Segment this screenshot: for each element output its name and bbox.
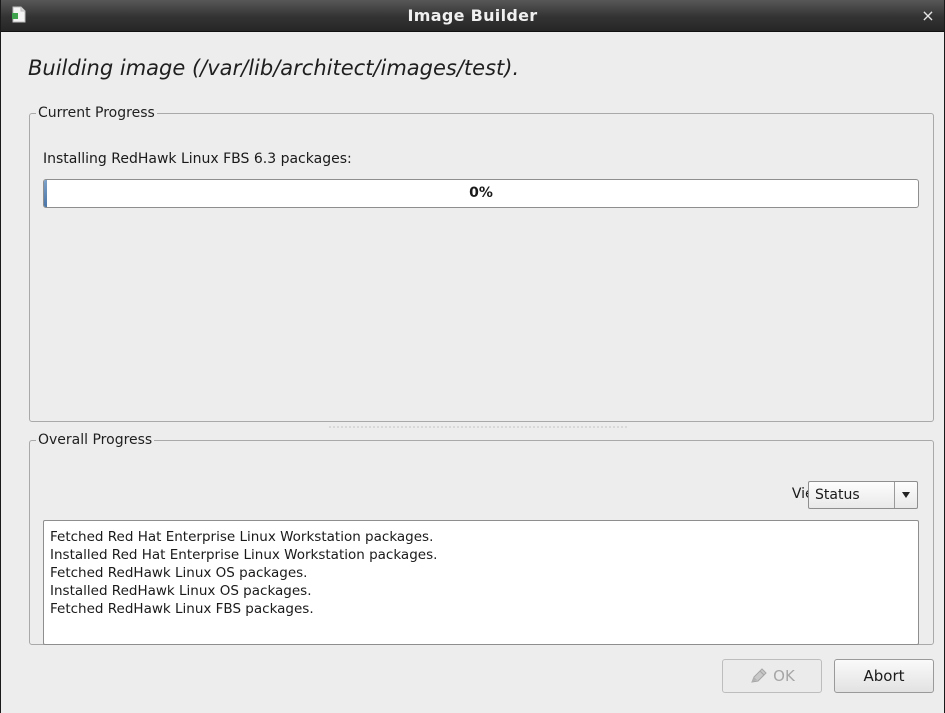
current-task-label: Installing RedHawk Linux FBS 6.3 package…	[43, 151, 352, 167]
chevron-down-icon	[902, 492, 910, 498]
overall-progress-group: Overall Progress View: Status Fetched Re…	[29, 432, 934, 645]
log-line: Fetched RedHawk Linux OS packages.	[50, 565, 308, 581]
window-title: Image Builder	[407, 6, 538, 25]
log-line: Fetched Red Hat Enterprise Linux Worksta…	[50, 529, 434, 545]
close-icon[interactable]: ×	[918, 6, 938, 26]
status-log[interactable]: Fetched Red Hat Enterprise Linux Worksta…	[43, 520, 919, 645]
abort-button[interactable]: Abort	[834, 659, 934, 693]
overall-progress-legend: Overall Progress	[38, 432, 153, 448]
view-dropdown[interactable]: Status	[808, 481, 918, 509]
title-bar[interactable]: Image Builder ×	[1, 0, 944, 32]
current-progress-legend: Current Progress	[38, 105, 155, 121]
pencil-icon	[751, 668, 767, 683]
log-line: Fetched RedHawk Linux FBS packages.	[50, 601, 314, 617]
progress-percent-text: 0%	[469, 185, 493, 201]
pane-splitter-handle[interactable]	[328, 426, 628, 428]
dropdown-button[interactable]	[894, 482, 917, 508]
log-line: Installed RedHawk Linux OS packages.	[50, 583, 312, 599]
ok-button[interactable]: OK	[722, 659, 822, 693]
current-progress-bar: 0%	[43, 179, 919, 208]
page-title: Building image (/var/lib/architect/image…	[28, 56, 520, 80]
image-builder-window: Image Builder × Building image (/var/lib…	[0, 0, 945, 713]
view-dropdown-value: Status	[815, 487, 860, 503]
current-progress-group: Current Progress Installing RedHawk Linu…	[29, 105, 934, 422]
ok-button-label: OK	[773, 667, 795, 685]
log-line: Installed Red Hat Enterprise Linux Works…	[50, 547, 438, 563]
